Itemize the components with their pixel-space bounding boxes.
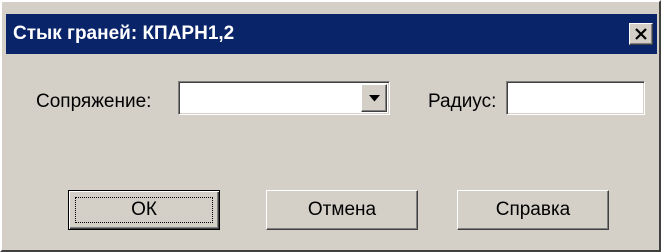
conjugation-combobox[interactable] <box>178 81 390 115</box>
title-bar[interactable]: Стык граней: КПАРН1,2 <box>6 14 657 54</box>
help-button-label: Справка <box>495 199 571 220</box>
ok-button[interactable]: ОК <box>68 190 220 230</box>
help-button[interactable]: Справка <box>457 190 609 230</box>
window-title: Стык граней: КПАРН1,2 <box>13 23 235 44</box>
conjugation-label: Сопряжение: <box>36 91 152 112</box>
radius-input[interactable] <box>506 81 645 115</box>
cancel-button[interactable]: Отмена <box>266 190 418 230</box>
radius-label: Радиус: <box>428 91 497 112</box>
close-icon <box>635 28 647 40</box>
chevron-down-icon <box>369 95 380 102</box>
dialog-window: Стык граней: КПАРН1,2 Сопряжение: Радиус… <box>0 0 661 252</box>
cancel-button-label: Отмена <box>307 199 377 220</box>
conjugation-dropdown-button[interactable] <box>361 84 387 112</box>
ok-button-label: ОК <box>131 199 157 220</box>
close-button[interactable] <box>629 23 653 45</box>
